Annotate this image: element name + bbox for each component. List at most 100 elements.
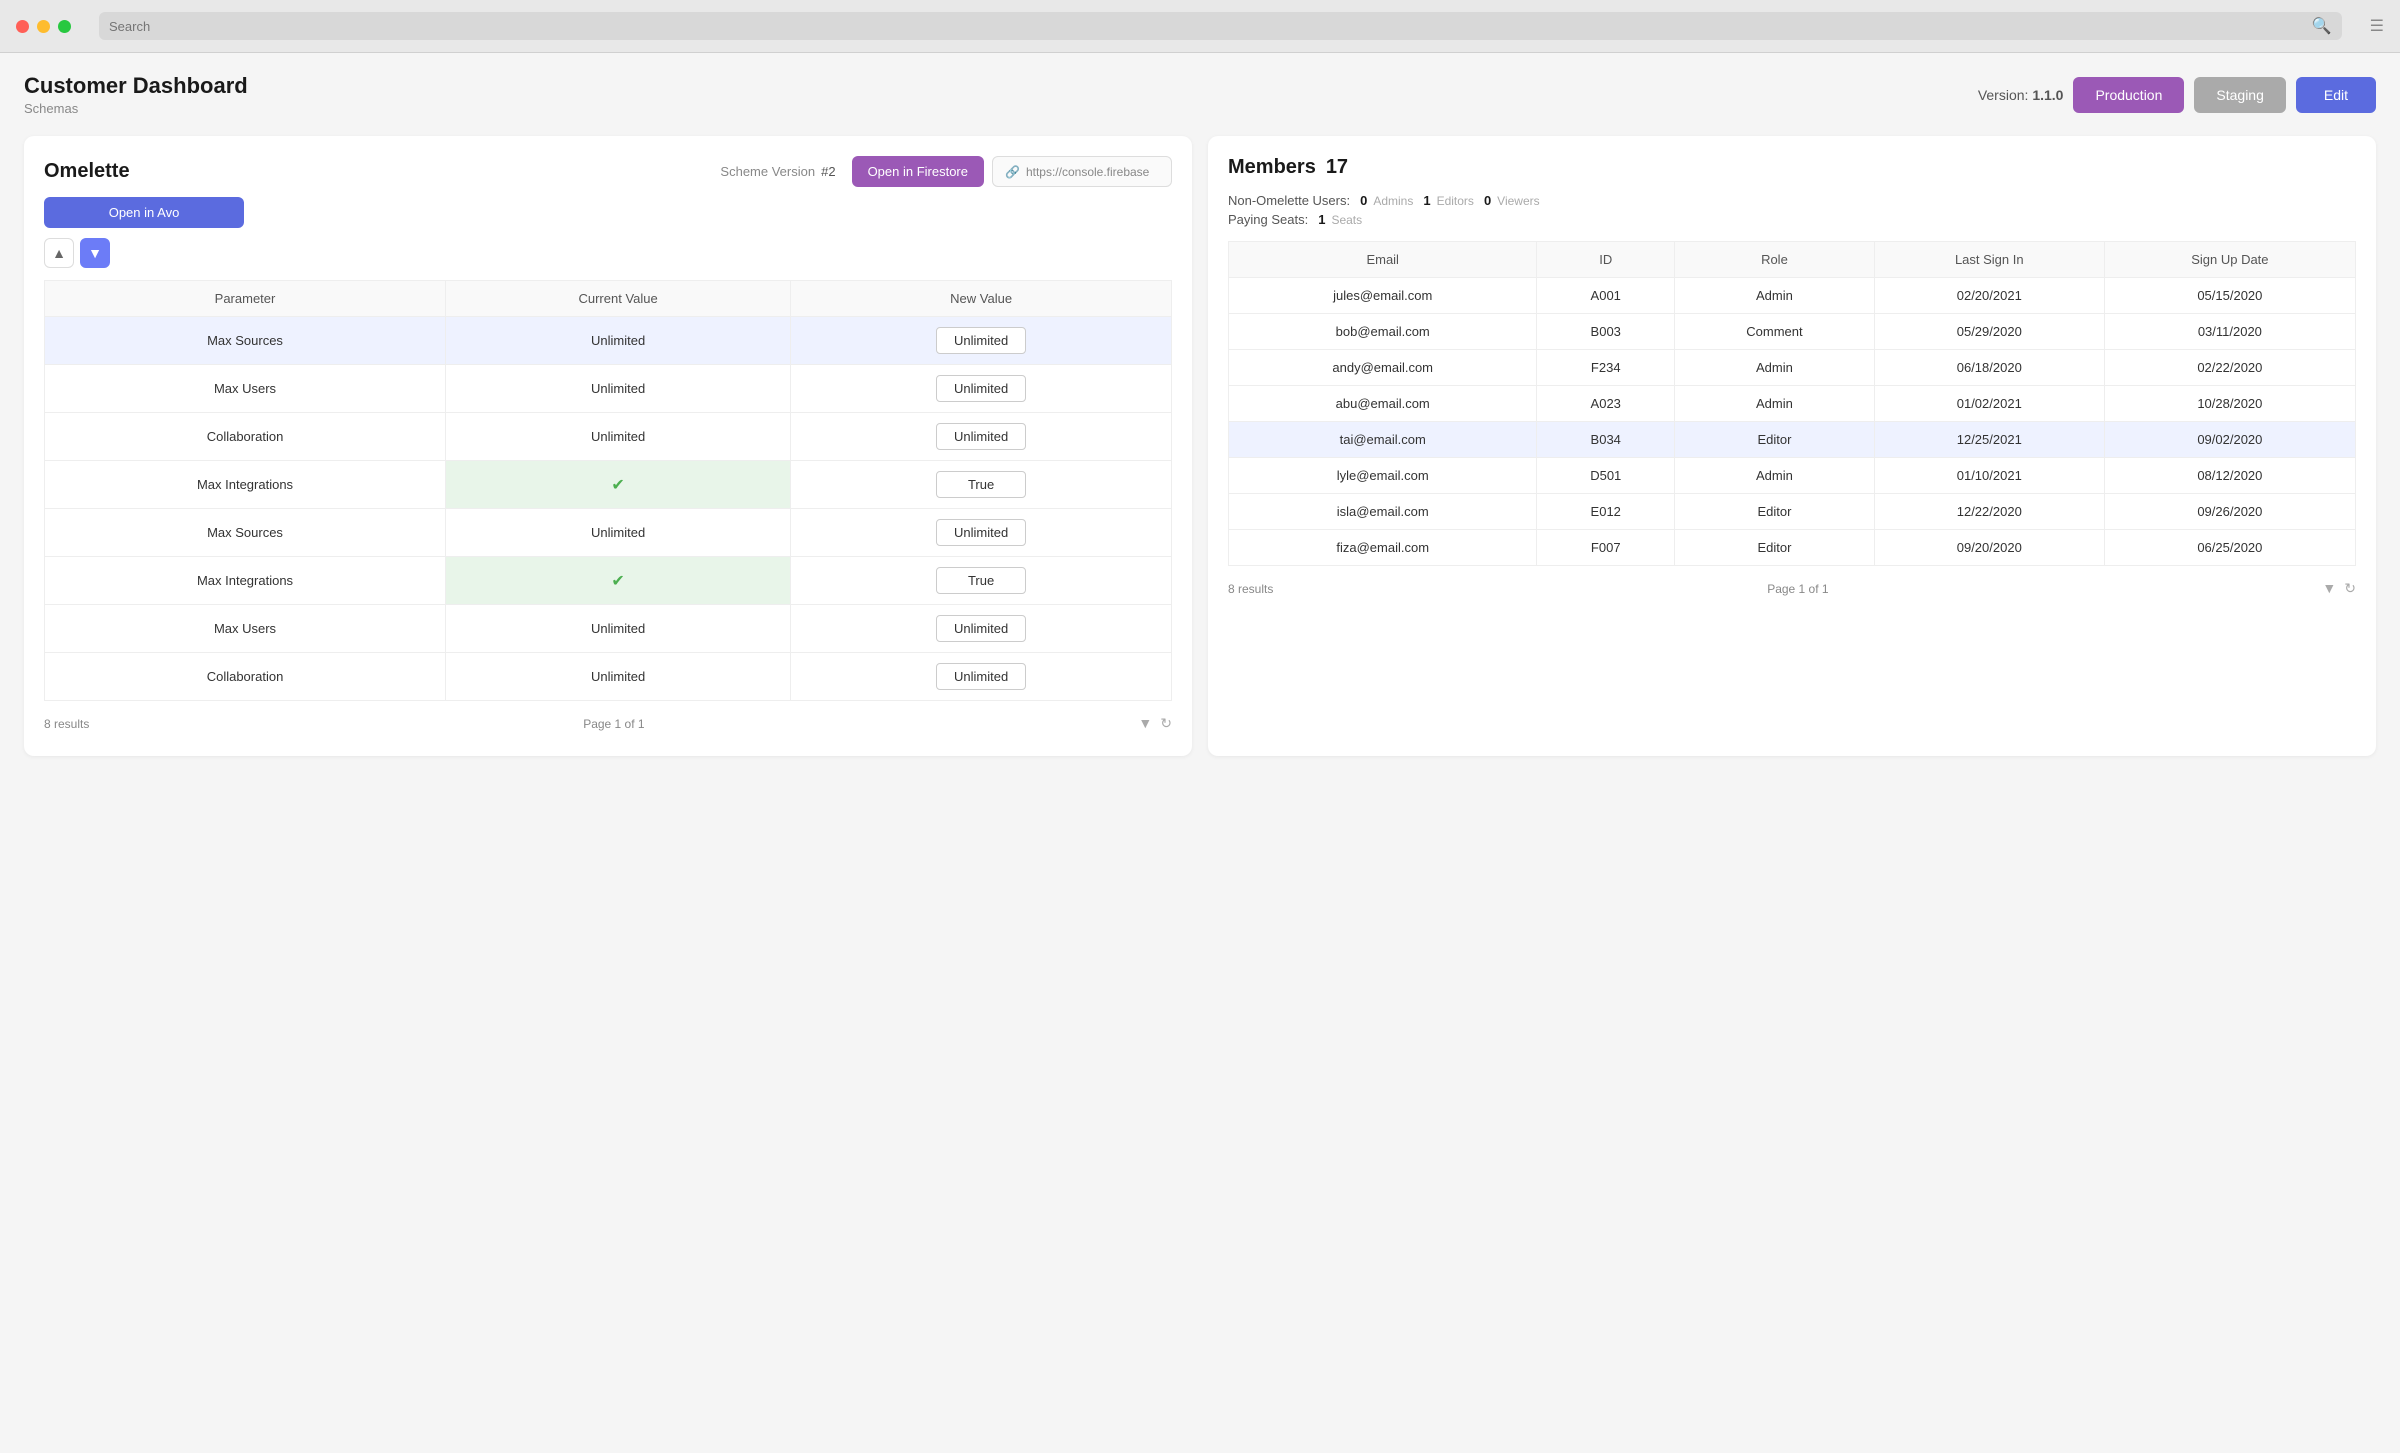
- table-row: Editor: [1675, 494, 1875, 530]
- editors-count: 1: [1423, 193, 1430, 208]
- table-row: 06/18/2020: [1874, 350, 2104, 386]
- current-value-cell: Unlimited: [446, 413, 791, 461]
- col-email: Email: [1229, 242, 1537, 278]
- new-value-display: Unlimited: [936, 423, 1026, 450]
- avo-row: Open in Avo: [44, 197, 1172, 228]
- admins-label: Admins: [1373, 194, 1413, 208]
- table-row: Max Users: [45, 365, 446, 413]
- table-row: Max Users: [45, 605, 446, 653]
- col-role: Role: [1675, 242, 1875, 278]
- arrow-up-button[interactable]: ▲: [44, 238, 74, 268]
- filter-icon[interactable]: ▼: [1138, 715, 1152, 732]
- nav-arrows: ▲ ▼: [44, 238, 1172, 268]
- current-value-cell: Unlimited: [446, 365, 791, 413]
- members-stats: Non-Omelette Users: 0 Admins 1 Editors 0…: [1228, 193, 2356, 227]
- table-row: bob@email.com: [1229, 314, 1537, 350]
- new-value-display: Unlimited: [936, 663, 1026, 690]
- panels: Omelette Scheme Version #2 Open in Fires…: [24, 136, 2376, 756]
- table-row: 02/22/2020: [2104, 350, 2355, 386]
- table-row: Collaboration: [45, 413, 446, 461]
- firebase-link[interactable]: 🔗 https://console.firebase: [992, 156, 1172, 187]
- scheme-info: Scheme Version #2: [720, 164, 835, 179]
- traffic-light-green[interactable]: [58, 20, 71, 33]
- current-value-cell: ✔: [446, 557, 791, 605]
- right-panel: Members 17 Non-Omelette Users: 0 Admins …: [1208, 136, 2376, 756]
- table-row: jules@email.com: [1229, 278, 1537, 314]
- col-parameter: Parameter: [45, 281, 446, 317]
- table-row: Editor: [1675, 530, 1875, 566]
- scheme-version: #2: [821, 164, 835, 179]
- table-row: Comment: [1675, 314, 1875, 350]
- table-row: 10/28/2020: [2104, 386, 2355, 422]
- table-row: fiza@email.com: [1229, 530, 1537, 566]
- table-row: isla@email.com: [1229, 494, 1537, 530]
- table-row: Max Integrations: [45, 461, 446, 509]
- admins-count: 0: [1360, 193, 1367, 208]
- table-row: Max Sources: [45, 509, 446, 557]
- table-row: 02/20/2021: [1874, 278, 2104, 314]
- check-icon: ✔: [611, 477, 624, 494]
- page-subtitle: Schemas: [24, 101, 248, 116]
- seats-count: 1: [1318, 212, 1325, 227]
- table-row: 03/11/2020: [2104, 314, 2355, 350]
- table-row: tai@email.com: [1229, 422, 1537, 458]
- edit-button[interactable]: Edit: [2296, 77, 2376, 113]
- current-value-cell: Unlimited: [446, 509, 791, 557]
- table-row: 06/25/2020: [2104, 530, 2355, 566]
- table-row: B034: [1537, 422, 1675, 458]
- open-firestore-button[interactable]: Open in Firestore: [852, 156, 984, 187]
- page-title-section: Customer Dashboard Schemas: [24, 73, 248, 116]
- new-value-cell: True: [791, 461, 1172, 509]
- new-value-cell: Unlimited: [791, 413, 1172, 461]
- table-row: 01/10/2021: [1874, 458, 2104, 494]
- new-value-display: True: [936, 471, 1026, 498]
- window-chrome: 🔍 ☰: [0, 0, 2400, 53]
- right-filter-icon[interactable]: ▼: [2322, 580, 2336, 597]
- new-value-cell: Unlimited: [791, 605, 1172, 653]
- traffic-light-yellow[interactable]: [37, 20, 50, 33]
- link-icon: 🔗: [1005, 165, 1020, 179]
- refresh-icon[interactable]: ↻: [1160, 715, 1172, 732]
- paying-seats-label: Paying Seats:: [1228, 212, 1308, 227]
- right-page-info: Page 1 of 1: [1767, 582, 1828, 596]
- action-buttons: Open in Firestore 🔗 https://console.fire…: [852, 156, 1172, 187]
- main-content: Customer Dashboard Schemas Version: 1.1.…: [0, 53, 2400, 1453]
- right-results-count: 8 results: [1228, 582, 1273, 596]
- traffic-light-red[interactable]: [16, 20, 29, 33]
- check-icon: ✔: [611, 573, 624, 590]
- search-input[interactable]: [109, 19, 2306, 34]
- table-row: Admin: [1675, 350, 1875, 386]
- table-row: Max Integrations: [45, 557, 446, 605]
- table-row: 08/12/2020: [2104, 458, 2355, 494]
- staging-button[interactable]: Staging: [2194, 77, 2285, 113]
- table-row: 05/15/2020: [2104, 278, 2355, 314]
- new-value-display: Unlimited: [936, 519, 1026, 546]
- arrow-down-button[interactable]: ▼: [80, 238, 110, 268]
- table-row: B003: [1537, 314, 1675, 350]
- scheme-label: Scheme Version: [720, 164, 815, 179]
- paying-seats-stat: Paying Seats: 1 Seats: [1228, 212, 2356, 227]
- table-row: Max Sources: [45, 317, 446, 365]
- panel-top-row: Omelette Scheme Version #2 Open in Fires…: [44, 156, 1172, 187]
- current-value-cell: Unlimited: [446, 317, 791, 365]
- current-value-cell: Unlimited: [446, 605, 791, 653]
- table-row: E012: [1537, 494, 1675, 530]
- version-label: Version: 1.1.0: [1978, 87, 2064, 103]
- open-avo-button[interactable]: Open in Avo: [44, 197, 244, 228]
- production-button[interactable]: Production: [2073, 77, 2184, 113]
- table-row: lyle@email.com: [1229, 458, 1537, 494]
- menu-icon[interactable]: ☰: [2370, 16, 2384, 36]
- table-row: Admin: [1675, 458, 1875, 494]
- non-omelette-label: Non-Omelette Users:: [1228, 193, 1350, 208]
- address-bar[interactable]: 🔍: [99, 12, 2342, 40]
- seats-label: Seats: [1331, 213, 1362, 227]
- table-row: D501: [1537, 458, 1675, 494]
- members-title: Members: [1228, 156, 1316, 179]
- new-value-cell: Unlimited: [791, 365, 1172, 413]
- table-row: A023: [1537, 386, 1675, 422]
- right-refresh-icon[interactable]: ↻: [2344, 580, 2356, 597]
- viewers-count: 0: [1484, 193, 1491, 208]
- table-row: 09/20/2020: [1874, 530, 2104, 566]
- viewers-label: Viewers: [1497, 194, 1539, 208]
- new-value-display: True: [936, 567, 1026, 594]
